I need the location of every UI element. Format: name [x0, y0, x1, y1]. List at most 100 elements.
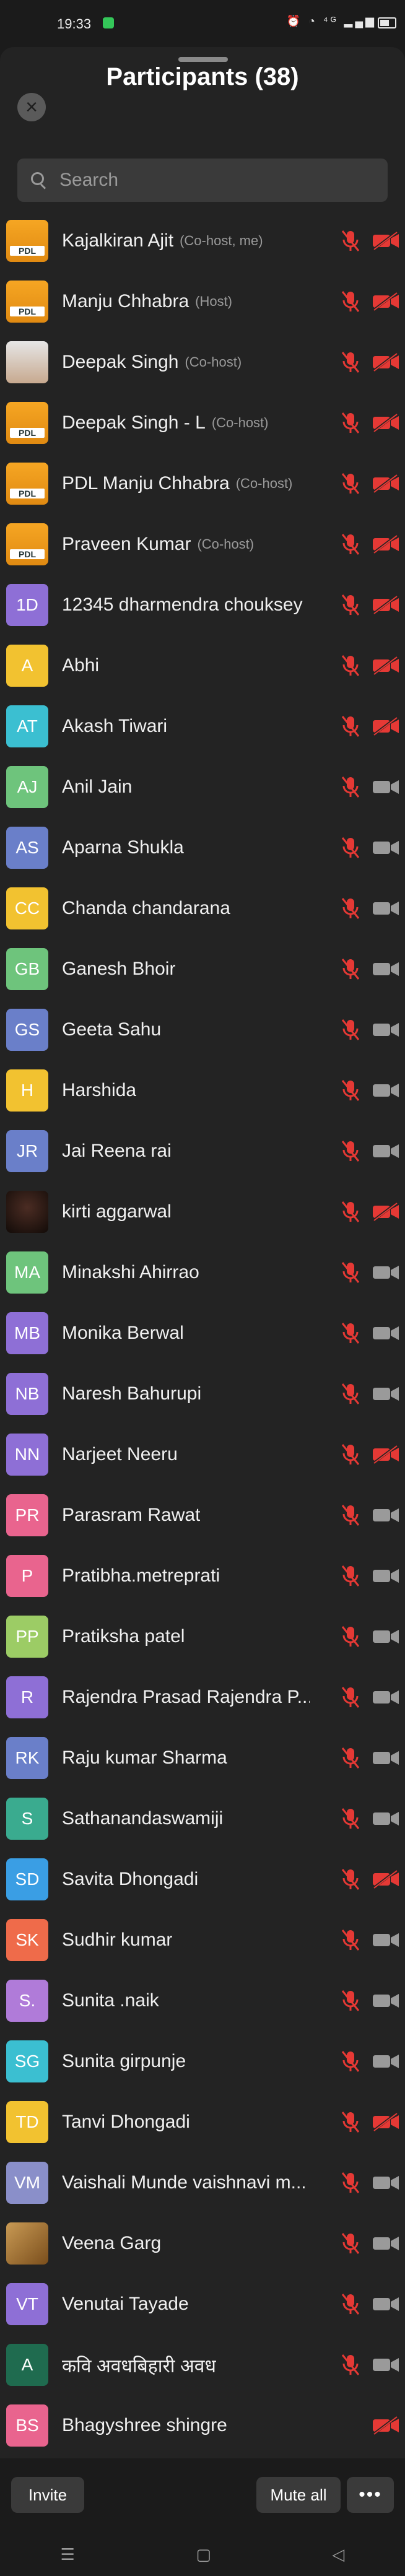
recents-icon[interactable]: ☰: [61, 2545, 75, 2564]
mic-muted-icon[interactable]: [339, 957, 362, 981]
mic-muted-icon[interactable]: [339, 593, 362, 617]
mic-muted-icon[interactable]: [339, 2171, 362, 2195]
mic-muted-icon[interactable]: [339, 1928, 362, 1952]
participant-row[interactable]: AT Akash Tiwari: [0, 696, 405, 757]
back-icon[interactable]: ◁: [332, 2545, 344, 2564]
camera-off-icon[interactable]: [372, 656, 400, 676]
camera-off-icon[interactable]: [372, 292, 400, 311]
mic-muted-icon[interactable]: [339, 411, 362, 435]
mic-muted-icon[interactable]: [339, 2050, 362, 2073]
mic-muted-icon[interactable]: [339, 1321, 362, 1345]
camera-icon[interactable]: [372, 2173, 400, 2193]
camera-icon[interactable]: [372, 1566, 400, 1586]
participant-row[interactable]: AS Aparna Shukla: [0, 817, 405, 878]
camera-icon[interactable]: [372, 1991, 400, 2011]
camera-off-icon[interactable]: [372, 352, 400, 372]
camera-off-icon[interactable]: [372, 534, 400, 554]
camera-icon[interactable]: [372, 2294, 400, 2314]
camera-icon[interactable]: [372, 1384, 400, 1404]
participant-row[interactable]: NB Naresh Bahurupi: [0, 1364, 405, 1424]
camera-off-icon[interactable]: [372, 1445, 400, 1464]
mic-muted-icon[interactable]: [339, 1200, 362, 1224]
mic-muted-icon[interactable]: [339, 1807, 362, 1830]
participant-row[interactable]: 1D 12345 dharmendra chouksey: [0, 575, 405, 635]
mic-muted-icon[interactable]: [339, 1625, 362, 1648]
camera-icon[interactable]: [372, 838, 400, 858]
camera-icon[interactable]: [372, 1627, 400, 1647]
mic-muted-icon[interactable]: [339, 472, 362, 495]
participant-row[interactable]: S Sathanandaswamiji: [0, 1788, 405, 1849]
participant-row[interactable]: AJ Anil Jain: [0, 757, 405, 817]
camera-icon[interactable]: [372, 2052, 400, 2071]
participant-row[interactable]: GS Geeta Sahu: [0, 999, 405, 1060]
participant-row[interactable]: PP Pratiksha patel: [0, 1606, 405, 1667]
more-options-button[interactable]: •••: [347, 2477, 394, 2513]
invite-button[interactable]: Invite: [11, 2477, 84, 2513]
participant-row[interactable]: S. Sunita .naik: [0, 1970, 405, 2031]
mic-muted-icon[interactable]: [339, 533, 362, 556]
mic-muted-icon[interactable]: [339, 775, 362, 799]
camera-icon[interactable]: [372, 777, 400, 797]
participant-row[interactable]: Praveen Kumar (Co-host): [0, 514, 405, 575]
camera-off-icon[interactable]: [372, 716, 400, 736]
mic-muted-icon[interactable]: [339, 1079, 362, 1102]
participant-row[interactable]: VT Venutai Tayade: [0, 2274, 405, 2334]
participant-row[interactable]: NN Narjeet Neeru: [0, 1424, 405, 1485]
mic-muted-icon[interactable]: [339, 1261, 362, 1284]
participant-row[interactable]: H Harshida: [0, 1060, 405, 1121]
camera-off-icon[interactable]: [372, 1202, 400, 1222]
camera-icon[interactable]: [372, 2355, 400, 2375]
participant-row[interactable]: PR Parasram Rawat: [0, 1485, 405, 1546]
mic-muted-icon[interactable]: [339, 2292, 362, 2316]
participant-row[interactable]: Deepak Singh - L (Co-host): [0, 393, 405, 453]
participant-row[interactable]: JR Jai Reena rai: [0, 1121, 405, 1181]
participant-row[interactable]: MA Minakshi Ahirrao: [0, 1242, 405, 1303]
camera-icon[interactable]: [372, 959, 400, 979]
camera-icon[interactable]: [372, 1081, 400, 1100]
mic-muted-icon[interactable]: [339, 1564, 362, 1588]
participant-row[interactable]: SG Sunita girpunje: [0, 2031, 405, 2092]
camera-off-icon[interactable]: [372, 1869, 400, 1889]
mic-muted-icon[interactable]: [339, 654, 362, 677]
mic-muted-icon[interactable]: [339, 836, 362, 859]
camera-icon[interactable]: [372, 1687, 400, 1707]
camera-icon[interactable]: [372, 899, 400, 918]
participant-row[interactable]: P Pratibha.metreprati: [0, 1546, 405, 1606]
mic-muted-icon[interactable]: [339, 1868, 362, 1891]
mic-muted-icon[interactable]: [339, 2353, 362, 2377]
camera-icon[interactable]: [372, 1505, 400, 1525]
participant-row[interactable]: Kajalkiran Ajit (Co-host, me): [0, 211, 405, 271]
camera-icon[interactable]: [372, 1263, 400, 1282]
participant-row[interactable]: SK Sudhir kumar: [0, 1910, 405, 1970]
mic-muted-icon[interactable]: [339, 897, 362, 920]
mic-muted-icon[interactable]: [339, 1686, 362, 1709]
mic-muted-icon[interactable]: [339, 715, 362, 738]
participant-row[interactable]: SD Savita Dhongadi: [0, 1849, 405, 1910]
camera-icon[interactable]: [372, 2234, 400, 2253]
mic-muted-icon[interactable]: [339, 2232, 362, 2255]
participant-row[interactable]: Veena Garg: [0, 2213, 405, 2274]
drag-handle[interactable]: [178, 57, 228, 62]
participant-row[interactable]: A कवि अवधबिहारी अवध: [0, 2334, 405, 2395]
participant-row[interactable]: VM Vaishali Munde vaishnavi m...: [0, 2152, 405, 2213]
camera-off-icon[interactable]: [372, 474, 400, 494]
mute-all-button[interactable]: Mute all: [256, 2477, 341, 2513]
mic-muted-icon[interactable]: [339, 350, 362, 374]
camera-off-icon[interactable]: [372, 2112, 400, 2132]
participant-row[interactable]: PDL Manju Chhabra (Co-host): [0, 453, 405, 514]
camera-off-icon[interactable]: [372, 231, 400, 251]
mic-muted-icon[interactable]: [339, 1989, 362, 2012]
camera-off-icon[interactable]: [372, 2416, 400, 2435]
mic-muted-icon[interactable]: [339, 1503, 362, 1527]
participant-row[interactable]: TD Tanvi Dhongadi: [0, 2092, 405, 2152]
mic-muted-icon[interactable]: [339, 1139, 362, 1163]
mic-muted-icon[interactable]: [339, 1018, 362, 1042]
camera-icon[interactable]: [372, 1141, 400, 1161]
camera-off-icon[interactable]: [372, 413, 400, 433]
mic-muted-icon[interactable]: [339, 2110, 362, 2134]
camera-icon[interactable]: [372, 1930, 400, 1950]
search-bar[interactable]: [17, 159, 388, 202]
camera-icon[interactable]: [372, 1323, 400, 1343]
participant-row[interactable]: Manju Chhabra (Host): [0, 271, 405, 332]
camera-icon[interactable]: [372, 1020, 400, 1040]
